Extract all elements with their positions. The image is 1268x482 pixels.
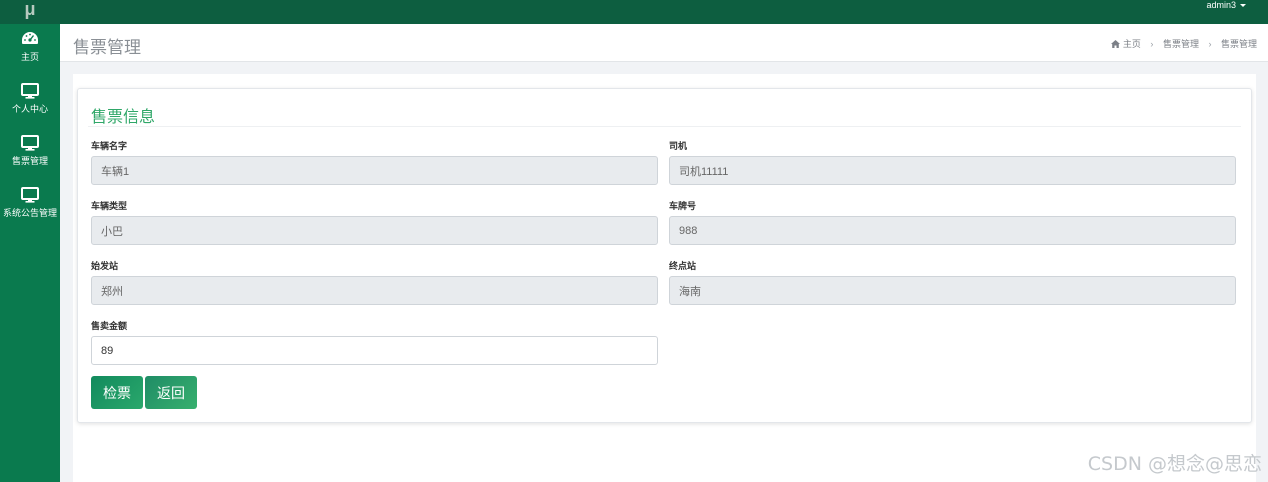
check-ticket-button[interactable]: 检票 (91, 376, 143, 409)
ticket-info-panel: 售票信息 车辆名字 司机 车辆类型 车牌号 始发站 终点站 售卖金额 (77, 88, 1252, 423)
plate-number-input[interactable] (669, 216, 1236, 245)
monitor-icon (21, 83, 39, 99)
driver-input[interactable] (669, 156, 1236, 185)
panel-title: 售票信息 (91, 109, 156, 126)
sidebar-item-label: 售票管理 (11, 156, 48, 166)
back-button[interactable]: 返回 (145, 376, 197, 409)
vehicle-type-field: 车辆类型 (91, 199, 658, 245)
breadcrumb: 主页 › 售票管理 › 售票管理 (1110, 37, 1257, 50)
origin-input[interactable] (91, 276, 658, 305)
divider (88, 126, 1241, 127)
content-area: 售票信息 车辆名字 司机 车辆类型 车牌号 始发站 终点站 售卖金额 (73, 74, 1256, 482)
page-header: 售票管理 主页 › 售票管理 › 售票管理 (60, 24, 1268, 62)
user-menu[interactable]: admin3 (1206, 0, 1246, 10)
breadcrumb-home[interactable]: 主页 (1123, 37, 1141, 50)
field-label: 始发站 (91, 261, 119, 271)
vehicle-name-input[interactable] (91, 156, 658, 185)
sidebar-item-announcements[interactable]: 系统公告管理 (0, 180, 60, 232)
caret-down-icon (1240, 4, 1246, 8)
sidebar-item-label: 系统公告管理 (2, 208, 57, 218)
breadcrumb-current: 售票管理 (1220, 39, 1257, 49)
field-label: 车牌号 (669, 201, 697, 211)
chevron-right-icon: › (1150, 39, 1154, 49)
sidebar-item-profile[interactable]: 个人中心 (0, 76, 60, 128)
amount-input[interactable] (91, 336, 658, 365)
field-label: 司机 (669, 141, 688, 151)
plate-number-field: 车牌号 (669, 199, 1236, 245)
field-label: 售卖金额 (91, 321, 128, 331)
brand-logo[interactable]: μ (0, 0, 60, 24)
amount-field: 售卖金额 (91, 319, 658, 365)
sidebar-item-home[interactable]: 主页 (0, 24, 60, 76)
sidebar-item-label: 主页 (20, 52, 39, 62)
vehicle-type-input[interactable] (91, 216, 658, 245)
sidebar-item-label: 个人中心 (11, 104, 48, 114)
field-label: 终点站 (669, 261, 697, 271)
username: admin3 (1206, 0, 1236, 10)
destination-input[interactable] (669, 276, 1236, 305)
monitor-icon (21, 135, 39, 151)
watermark: CSDN @想念@思恋 (1087, 453, 1262, 475)
sidebar: μ 主页 个人中心 售票管理 系统公告管理 (0, 0, 60, 482)
home-icon (1110, 40, 1120, 48)
chevron-right-icon: › (1208, 39, 1212, 49)
top-bar: admin3 (60, 0, 1268, 24)
dashboard-icon (22, 32, 38, 44)
sidebar-item-ticket-management[interactable]: 售票管理 (0, 128, 60, 180)
field-label: 车辆名字 (91, 141, 128, 151)
field-label: 车辆类型 (91, 201, 128, 211)
destination-field: 终点站 (669, 259, 1236, 305)
driver-field: 司机 (669, 139, 1236, 185)
breadcrumb-item[interactable]: 售票管理 (1163, 37, 1199, 50)
page-title: 售票管理 (73, 38, 141, 57)
monitor-icon (21, 187, 39, 203)
origin-field: 始发站 (91, 259, 658, 305)
vehicle-name-field: 车辆名字 (91, 139, 658, 185)
